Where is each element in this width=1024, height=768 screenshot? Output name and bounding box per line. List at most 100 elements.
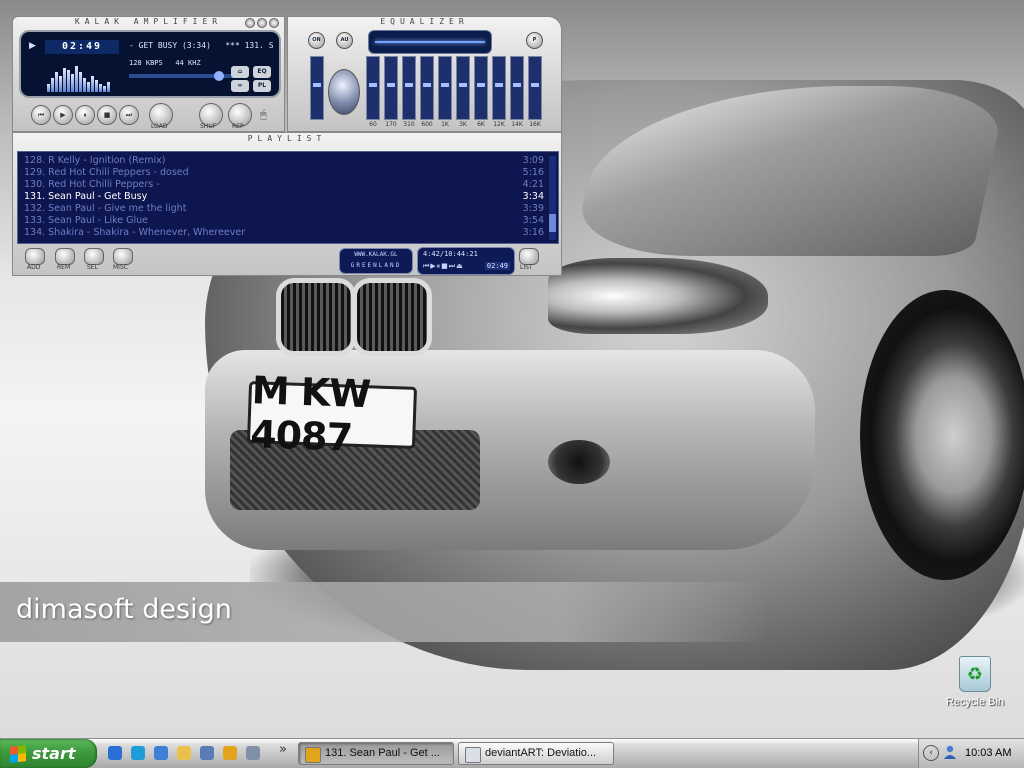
spectrum-bar — [103, 86, 106, 92]
song-title-marquee: - GET BUSY (3:34) *** 131. S — [129, 41, 274, 50]
ql-app-icon[interactable] — [246, 746, 260, 760]
equalizer-window: EQUALIZER ON AU P 60 170 310 600 1K 3K 6K 12K 14… — [287, 16, 562, 132]
eq-preamp-slider[interactable] — [310, 56, 324, 120]
start-button[interactable]: start — [0, 739, 97, 768]
next-button[interactable]: ⏭ — [119, 105, 139, 125]
desktop-icon-label: Recycle Bin — [945, 696, 1005, 708]
eq-knob-icon[interactable] — [328, 69, 360, 115]
user-icon[interactable] — [943, 745, 957, 760]
eq-band-slider-3k[interactable] — [456, 56, 470, 120]
playlist-item[interactable]: 132. Sean Paul - Give me the light 3:39 — [24, 203, 544, 215]
eq-band-label: 6K — [477, 121, 485, 128]
playlist-item[interactable]: 131. Sean Paul - Get Busy 3:34 — [24, 191, 544, 203]
playlist-title[interactable]: PLAYLIST — [13, 134, 561, 145]
taskbar-button-browser[interactable]: deviantART: Deviatio... — [458, 742, 614, 765]
skin-logo[interactable]: WWW.KALAK.GL GREENLAND — [339, 248, 413, 274]
clock[interactable]: 10:03 AM — [965, 747, 1011, 759]
stop-button[interactable]: ■ — [97, 105, 117, 125]
song-title: - GET BUSY (3:34) — [129, 41, 211, 50]
recycle-bin-icon: ♻ — [959, 656, 991, 692]
eq-band-label: 600 — [421, 121, 433, 128]
car-headlight — [548, 258, 768, 334]
playlist-item[interactable]: 130. Red Hot Chilli Peppers - 4:21 — [24, 179, 544, 191]
misc-button[interactable] — [113, 248, 133, 265]
browser-icon — [465, 747, 481, 763]
eq-band-slider-14k[interactable] — [510, 56, 524, 120]
eq-band-label: 310 — [403, 121, 415, 128]
playlist-item-duration: 3:34 — [522, 191, 544, 202]
amp-title[interactable]: KALAK AMPLIFIER — [13, 17, 284, 28]
ql-media-icon[interactable] — [154, 746, 168, 760]
playlist-item-title: 129. Red Hot Chili Peppers - dosed — [24, 167, 189, 178]
quick-launch-chevron-icon[interactable]: » — [279, 742, 287, 757]
mini-transport-icon[interactable]: ⏮▶⏸■⏭⏏ — [423, 262, 464, 271]
playlist-item-duration: 4:21 — [522, 179, 544, 190]
playlist-item-title: 128. R Kelly - Ignition (Remix) — [24, 155, 166, 166]
spectrum-bar — [59, 76, 62, 92]
eq-band-slider-600[interactable] — [420, 56, 434, 120]
eq-toggle-button[interactable]: EQ — [253, 66, 271, 78]
eq-auto-button[interactable]: AU — [336, 32, 353, 49]
playlist-window: PLAYLIST 128. R Kelly - Ignition (Remix)… — [12, 132, 562, 276]
options-icon[interactable]: ∞ — [231, 80, 249, 92]
playlist-item-title: 134. Shakira - Shakira - Whenever, Where… — [24, 227, 246, 238]
spectrum-bar — [75, 66, 78, 92]
player-main-window: KALAK AMPLIFIER ▶ 02:49 - GET BUSY (3:34… — [12, 16, 285, 132]
remove-button[interactable] — [55, 248, 75, 265]
seek-knob[interactable] — [214, 71, 224, 81]
samplerate: 44 KHZ — [175, 59, 201, 67]
previous-button[interactable]: ⏮ — [31, 105, 51, 125]
eq-band-slider-16k[interactable] — [528, 56, 542, 120]
playlist-scroll-thumb[interactable] — [549, 214, 556, 232]
ql-winamp-icon[interactable] — [223, 746, 237, 760]
car-kidney-grille-left — [276, 278, 356, 356]
shade-button[interactable] — [257, 18, 267, 28]
add-button[interactable] — [25, 248, 45, 265]
playlist-item[interactable]: 129. Red Hot Chili Peppers - dosed 5:16 — [24, 167, 544, 179]
desktop-icon-recycle-bin[interactable]: ♻ Recycle Bin — [942, 656, 1008, 708]
spectrum-bar — [79, 72, 82, 92]
eq-presets-button[interactable]: P — [526, 32, 543, 49]
eq-band-slider-170[interactable] — [384, 56, 398, 120]
playlist-scrollbar[interactable] — [549, 156, 556, 240]
time-display[interactable]: 02:49 — [45, 40, 119, 54]
eq-band-label: 170 — [385, 121, 397, 128]
eq-title[interactable]: EQUALIZER — [288, 17, 561, 28]
list-button[interactable] — [519, 248, 539, 265]
playlist-toggle-button[interactable]: PL — [253, 80, 271, 92]
playlist-tracks[interactable]: 128. R Kelly - Ignition (Remix) 3:09 129. … — [17, 151, 559, 244]
home-icon[interactable]: ⌂ — [231, 66, 249, 78]
spectrum-bar — [83, 78, 86, 92]
eq-band-slider-60[interactable] — [366, 56, 380, 120]
tray-expand-icon[interactable]: ‹ — [923, 745, 939, 761]
spectrum-bar — [51, 78, 54, 92]
playlist-item-title: 133. Sean Paul - Like Glue — [24, 215, 148, 226]
pause-button[interactable]: ⏸ — [75, 105, 95, 125]
select-button[interactable] — [84, 248, 104, 265]
minimize-button[interactable] — [245, 18, 255, 28]
eq-band-slider-310[interactable] — [402, 56, 416, 120]
playlist-item[interactable]: 133. Sean Paul - Like Glue 3:54 — [24, 215, 544, 227]
close-button[interactable] — [269, 18, 279, 28]
start-label: start — [32, 744, 76, 763]
bitrate: 128 KBPS — [129, 59, 163, 67]
wallpaper-brand-text: dimasoft design — [16, 594, 232, 625]
eq-band-slider-6k[interactable] — [474, 56, 488, 120]
mouse-icon: 🖱 — [260, 108, 267, 121]
playlist-total-time: 4:42/10:44:21 — [423, 250, 478, 258]
eq-on-button[interactable]: ON — [308, 32, 325, 49]
ql-ie-icon[interactable] — [108, 746, 122, 760]
seek-bar[interactable] — [129, 71, 247, 81]
eq-band-slider-12k[interactable] — [492, 56, 506, 120]
play-button[interactable]: ▶ — [53, 105, 73, 125]
playlist-item[interactable]: 134. Shakira - Shakira - Whenever, Where… — [24, 227, 544, 239]
taskbar-button-player[interactable]: 131. Sean Paul - Get ... — [298, 742, 454, 765]
ql-folder-icon[interactable] — [177, 746, 191, 760]
ql-network-icon[interactable] — [200, 746, 214, 760]
playlist-item[interactable]: 128. R Kelly - Ignition (Remix) 3:09 — [24, 155, 544, 167]
spectrum-visualizer[interactable] — [47, 64, 117, 92]
spectrum-bar — [71, 74, 74, 92]
eq-band-slider-1k[interactable] — [438, 56, 452, 120]
stream-info: 128 KBPS 44 KHZ — [129, 59, 201, 67]
ql-explorer-icon[interactable] — [131, 746, 145, 760]
